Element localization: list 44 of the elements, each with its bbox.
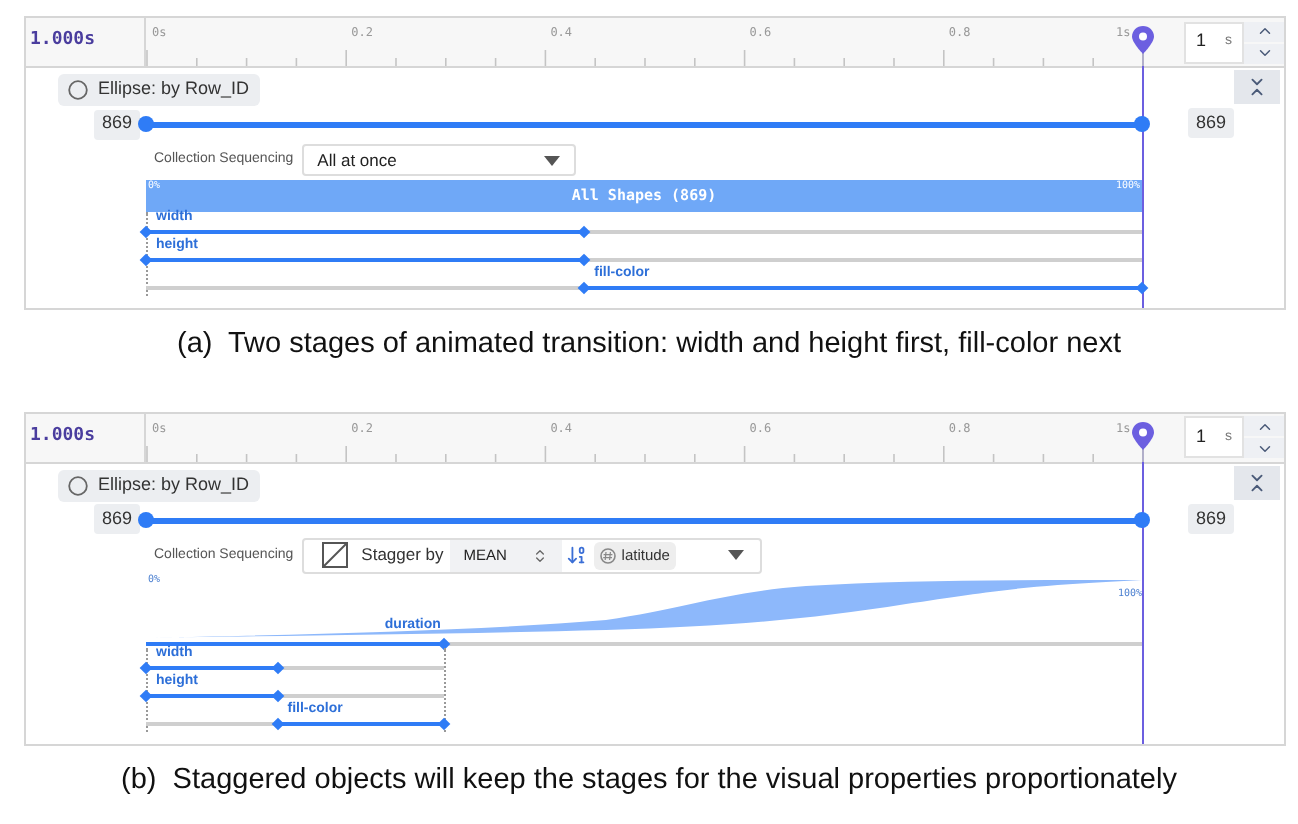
layer-chip[interactable]: Ellipse: by Row_ID (58, 74, 260, 106)
playhead-pin-icon[interactable] (1132, 26, 1154, 54)
circle-icon (68, 80, 88, 100)
chevron-down-icon (1255, 44, 1273, 62)
number-hash-icon (599, 547, 616, 564)
caret-icon (727, 550, 744, 561)
linear-stagger-icon[interactable] (321, 542, 348, 569)
increment-button[interactable] (1244, 21, 1284, 41)
time-readout: 1.000s (30, 424, 96, 450)
layer-name: Ellipse: by Row_ID (98, 76, 250, 103)
count-end-label: 869 (1188, 108, 1235, 138)
keyframe-handle[interactable] (139, 661, 153, 674)
keyframe-handle[interactable] (139, 689, 153, 702)
caret-icon (543, 155, 560, 165)
keyframe-handle[interactable] (438, 717, 452, 730)
sequencing-dropdown[interactable]: All at once (301, 144, 576, 176)
sort-order-icon[interactable] (565, 544, 588, 567)
increment-button[interactable] (1244, 416, 1284, 437)
layer-name: Ellipse: by Row_ID (98, 472, 250, 498)
updown-icon (531, 547, 548, 564)
decrement-button[interactable] (1244, 43, 1284, 63)
timeline-track[interactable] (138, 116, 1150, 132)
timeline-track[interactable] (138, 511, 1150, 528)
duration-handle[interactable] (438, 637, 452, 650)
keyframe-handle[interactable] (271, 689, 284, 702)
figure-caption: (a) Two stages of animated transition: width and height first, fill-color next (176, 326, 1121, 364)
time-readout: 1.000s (30, 28, 96, 55)
chevron-up-icon (1255, 22, 1273, 40)
collapse-button[interactable] (1234, 465, 1280, 500)
collapse-button[interactable] (1234, 70, 1280, 104)
collapse-icon (1246, 76, 1268, 98)
count-end-label: 869 (1188, 503, 1235, 534)
figure-caption: (b) Staggered objects will keep the stages for the visual properties proportionately (121, 761, 1177, 800)
layer-chip[interactable]: Ellipse: by Row_ID (58, 469, 260, 502)
stagger-label: Stagger by (361, 542, 444, 569)
playhead-pin-icon[interactable] (1132, 421, 1154, 450)
keyframe-handle[interactable] (271, 717, 284, 730)
circle-icon (68, 475, 88, 496)
keyframe-handle[interactable] (1135, 281, 1149, 295)
count-start-label: 869 (93, 109, 140, 139)
keyframe-handle[interactable] (271, 661, 284, 674)
count-start-label: 869 (93, 504, 140, 535)
decrement-button[interactable] (1244, 438, 1284, 459)
collapse-icon (1246, 471, 1268, 494)
